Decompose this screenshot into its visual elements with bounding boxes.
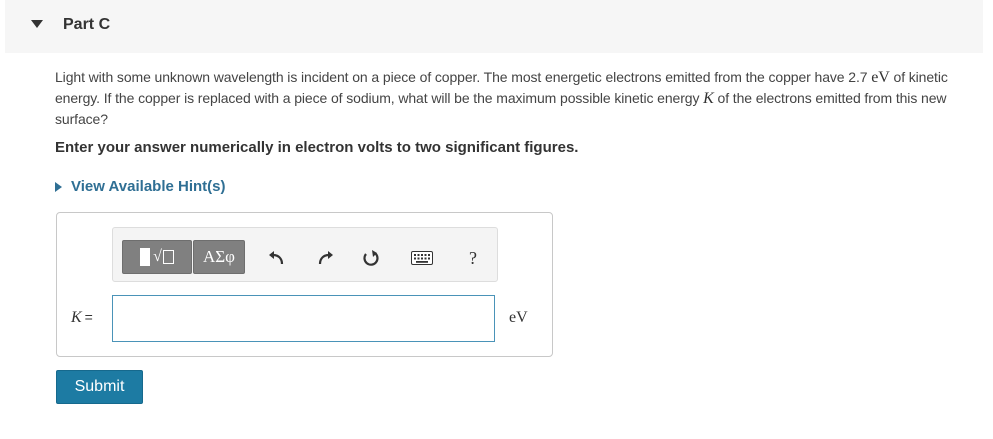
keyboard-icon[interactable]	[410, 248, 434, 268]
collapse-triangle-icon[interactable]	[31, 20, 43, 28]
question-var-k: K	[703, 90, 714, 107]
help-label: ?	[469, 247, 477, 268]
question-unit-ev: eV	[871, 69, 890, 86]
templates-button[interactable]: √	[122, 240, 192, 274]
answer-instruction: Enter your answer numerically in electro…	[55, 139, 579, 156]
symbols-icon: ΑΣφ	[203, 247, 235, 266]
question-text: Light with some unknown wavelength is in…	[55, 67, 975, 129]
hint-expand-arrow-icon	[55, 181, 62, 192]
math-toolbar: √ ΑΣφ ?	[112, 227, 498, 282]
reset-icon[interactable]	[361, 248, 381, 268]
answer-equals: =	[84, 309, 93, 325]
help-icon[interactable]: ?	[463, 248, 483, 268]
answer-variable-label: K =	[71, 309, 93, 327]
redo-icon[interactable]	[316, 248, 336, 268]
templates-icon: √	[140, 248, 174, 266]
symbols-button[interactable]: ΑΣφ	[193, 240, 245, 274]
answer-box: √ ΑΣφ ? K = eV	[56, 212, 553, 357]
view-hints-label: View Available Hint(s)	[71, 178, 226, 195]
undo-icon[interactable]	[266, 248, 286, 268]
part-header: Part C	[5, 0, 983, 53]
answer-unit: eV	[509, 309, 528, 326]
answer-input[interactable]	[112, 295, 495, 342]
answer-variable: K	[71, 309, 82, 326]
question-text-1: Light with some unknown wavelength is in…	[55, 69, 868, 85]
submit-button[interactable]: Submit	[56, 370, 143, 404]
part-title: Part C	[63, 16, 111, 33]
view-hints-link[interactable]: View Available Hint(s)	[55, 178, 226, 195]
